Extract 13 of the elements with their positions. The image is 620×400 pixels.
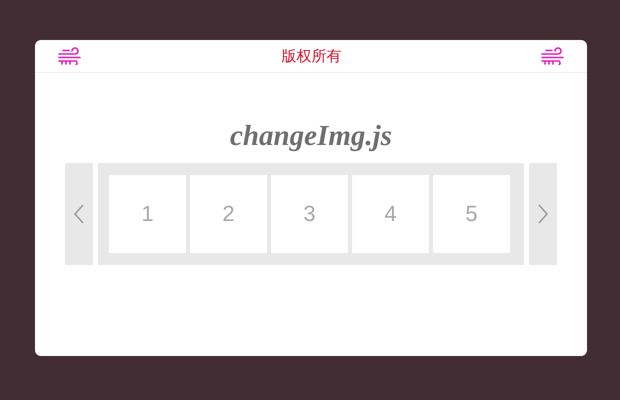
slide[interactable]: 1 [109,175,186,253]
chevron-right-icon [537,204,549,224]
page-heading: changeImg.js [229,119,393,154]
next-button[interactable] [529,163,557,265]
chevron-left-icon [73,204,85,224]
slide[interactable]: 2 [190,175,267,253]
header-title: 版权所有 [282,46,342,66]
slide[interactable]: 5 [433,175,510,253]
wind-icon [58,47,82,65]
slide[interactable]: 3 [271,175,348,253]
wind-icon [541,47,565,65]
slide[interactable]: 4 [352,175,429,253]
previous-button[interactable] [65,163,93,265]
